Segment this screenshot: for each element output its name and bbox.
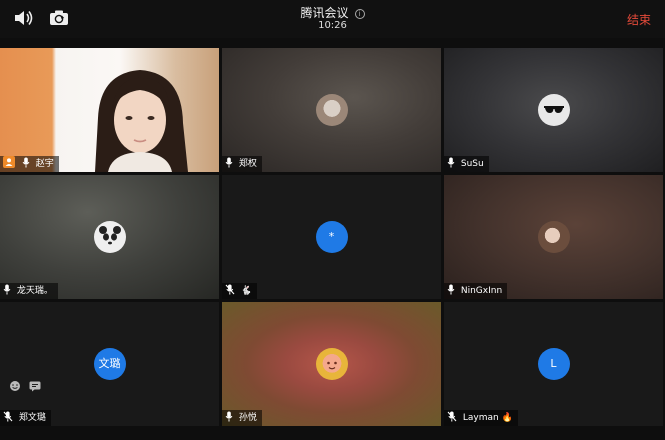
participant-tile[interactable]: 赵宇: [0, 48, 219, 172]
mic-muted-icon: [447, 411, 457, 422]
mic-icon: [3, 284, 11, 295]
video-grid: 赵宇 郑权 SuSu 龙天瑞。 * 🐇 NinGxInn 文璐 郑文璐 孙悦 L…: [0, 48, 665, 428]
participant-tile[interactable]: 龙天瑞。: [0, 175, 219, 299]
info-icon[interactable]: i: [354, 9, 365, 19]
participant-name-label: 🐇: [222, 283, 258, 299]
participant-tile[interactable]: 文璐 郑文璐: [0, 302, 219, 426]
participant-tile[interactable]: 郑权: [222, 48, 441, 172]
meeting-title: 腾讯会议 i: [0, 4, 665, 21]
fire-emoji: 🔥: [501, 413, 513, 423]
participant-tile-active[interactable]: NinGxInn: [444, 175, 663, 299]
participant-name-label: NinGxInn: [444, 283, 508, 299]
participant-name-label: 郑文璐: [0, 410, 51, 426]
mic-muted-icon: [225, 284, 235, 295]
mic-icon: [447, 157, 455, 168]
participant-tile[interactable]: * 🐇: [222, 175, 441, 299]
participant-avatar: [537, 94, 570, 126]
participant-tile[interactable]: L Layman 🔥: [444, 302, 663, 426]
participant-avatar: [315, 348, 348, 380]
participant-name-label: 赵宇: [0, 156, 59, 172]
person-icon: [3, 156, 15, 168]
participant-video: [95, 70, 188, 172]
panda-icon: [98, 226, 121, 245]
participant-avatar: [537, 221, 570, 253]
meeting-time: 10:26: [318, 20, 347, 31]
participant-avatar: 文璐: [93, 348, 126, 380]
participant-avatar: [315, 94, 348, 126]
sunglasses-icon: [543, 106, 564, 113]
participant-tile[interactable]: 孙悦: [222, 302, 441, 426]
cartoon-face-icon: [326, 361, 337, 370]
chat-icon[interactable]: [28, 380, 42, 392]
participant-name-label: 孙悦: [222, 410, 262, 426]
participant-avatar: [93, 221, 126, 253]
emoji-icon[interactable]: [8, 380, 22, 392]
mic-icon: [22, 157, 30, 168]
participant-name-label: SuSu: [444, 156, 489, 172]
end-meeting-button[interactable]: 结束: [627, 11, 651, 28]
participant-avatar: *: [315, 221, 348, 253]
mic-icon: [225, 411, 233, 422]
top-bar: 腾讯会议 i 10:26 结束: [0, 0, 665, 38]
participant-name-label: Layman 🔥: [444, 410, 518, 426]
mic-icon: [225, 157, 233, 168]
participant-avatar: L: [537, 348, 570, 380]
participant-tile[interactable]: SuSu: [444, 48, 663, 172]
participant-name-label: 龙天瑞。: [0, 283, 58, 299]
participant-name-label: 郑权: [222, 156, 262, 172]
mic-icon: [447, 284, 455, 295]
mic-muted-icon: [3, 411, 13, 422]
